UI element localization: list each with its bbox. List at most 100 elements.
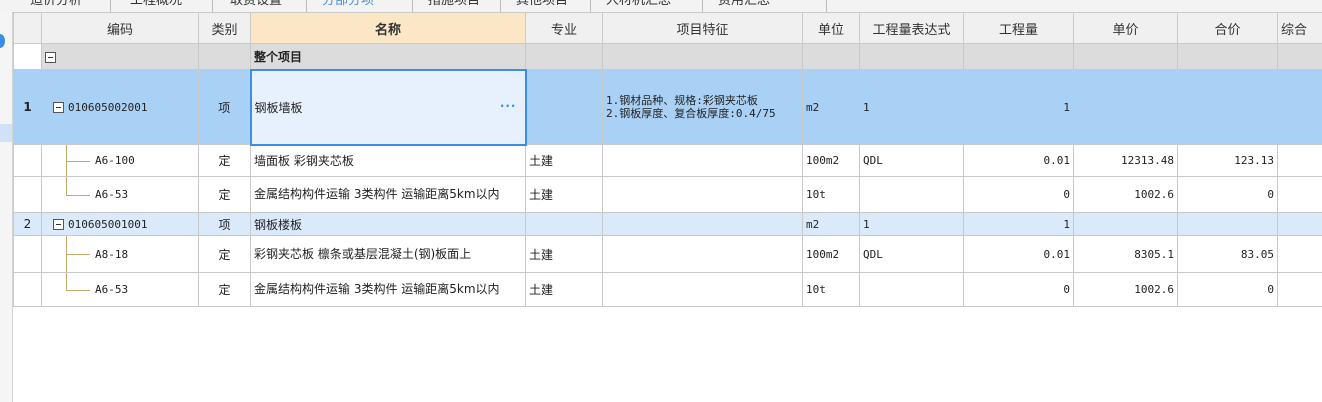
name-cell[interactable]: 金属结构构件运输 3类构件 运输距离5km以内 xyxy=(250,176,526,213)
expr-cell[interactable]: 1 xyxy=(859,69,964,145)
header-feature[interactable]: 项目特征 xyxy=(602,12,803,44)
extra-cell[interactable] xyxy=(1277,272,1322,307)
tab-project-overview[interactable]: 工程概况 xyxy=(130,0,182,11)
code-cell[interactable]: A6-53 xyxy=(41,272,199,307)
feature-cell[interactable] xyxy=(602,144,803,177)
row-index[interactable] xyxy=(13,235,42,273)
name-cell[interactable]: 金属结构构件运输 3类构件 运输距离5km以内 xyxy=(250,272,526,307)
type-cell[interactable]: 定 xyxy=(198,235,251,273)
qty-cell[interactable]: 0 xyxy=(963,272,1074,307)
type-cell[interactable]: 定 xyxy=(198,144,251,177)
type-cell[interactable]: 项 xyxy=(198,212,251,236)
header-quantity[interactable]: 工程量 xyxy=(963,12,1074,44)
code-cell[interactable]: 010605001001 xyxy=(41,212,199,236)
more-options-icon[interactable]: ··· xyxy=(500,99,517,113)
header-unit-price[interactable]: 单价 xyxy=(1073,12,1178,44)
expr-cell[interactable]: QDL xyxy=(859,144,964,177)
type-cell[interactable]: 项 xyxy=(198,69,251,145)
feature-cell[interactable] xyxy=(602,272,803,307)
price-cell[interactable] xyxy=(1073,212,1178,236)
code-cell[interactable]: A8-18 xyxy=(41,235,199,273)
code-cell[interactable]: A6-100 xyxy=(41,144,199,177)
table-row[interactable]: A6-53 定 金属结构构件运输 3类构件 运输距离5km以内 土建 10t 0… xyxy=(13,272,1322,307)
name-cell[interactable]: 墙面板 彩钢夹芯板 xyxy=(250,144,526,177)
unit-cell[interactable]: 10t xyxy=(802,176,860,213)
type-cell[interactable]: 定 xyxy=(198,176,251,213)
price-cell[interactable]: 1002.6 xyxy=(1073,176,1178,213)
qty-cell[interactable]: 0.01 xyxy=(963,144,1074,177)
feature-cell[interactable] xyxy=(602,212,803,236)
feature-cell[interactable]: 1.钢材品种、规格:彩钢夹芯板 2.钢板厚度、复合板厚度:0.4/75 xyxy=(602,69,803,145)
code-cell[interactable]: A6-53 xyxy=(41,176,199,213)
qty-cell[interactable]: 0.01 xyxy=(963,235,1074,273)
expr-cell[interactable]: 1 xyxy=(859,212,964,236)
price-cell[interactable]: 8305.1 xyxy=(1073,235,1178,273)
price-cell[interactable]: 12313.48 xyxy=(1073,144,1178,177)
major-cell[interactable]: 土建 xyxy=(525,176,603,213)
expr-cell[interactable] xyxy=(859,272,964,307)
row-index[interactable] xyxy=(13,176,42,213)
expr-cell[interactable] xyxy=(859,176,964,213)
row-index[interactable] xyxy=(13,144,42,177)
extra-cell[interactable] xyxy=(1277,212,1322,236)
tab-sub-items[interactable]: 分部分项 xyxy=(322,0,374,11)
name-cell[interactable]: 彩钢夹芯板 檩条或基层混凝土(钢)板面上 xyxy=(250,235,526,273)
left-nav-selected-item[interactable] xyxy=(0,124,12,142)
total-cell[interactable]: 83.05 xyxy=(1177,235,1278,273)
total-cell[interactable] xyxy=(1177,212,1278,236)
collapse-toggle-icon[interactable] xyxy=(53,102,64,113)
expr-cell[interactable]: QDL xyxy=(859,235,964,273)
header-unit[interactable]: 单位 xyxy=(802,12,860,44)
name-cell-editing[interactable]: 钢板墙板 ··· xyxy=(249,68,527,146)
header-name[interactable]: 名称 xyxy=(250,12,526,44)
code-cell[interactable]: 010605002001 xyxy=(41,69,199,145)
row-index[interactable]: 1 xyxy=(13,69,42,145)
unit-cell[interactable]: m2 xyxy=(802,212,860,236)
total-cell[interactable] xyxy=(1177,69,1278,145)
collapse-toggle-icon[interactable] xyxy=(53,219,64,230)
feature-cell[interactable] xyxy=(602,176,803,213)
table-row[interactable]: A6-53 定 金属结构构件运输 3类构件 运输距离5km以内 土建 10t 0… xyxy=(13,176,1322,213)
collapse-handle-icon[interactable] xyxy=(0,34,5,48)
tab-fee-settings[interactable]: 取费设置 xyxy=(230,0,282,11)
unit-cell[interactable]: 100m2 xyxy=(802,144,860,177)
extra-cell[interactable] xyxy=(1277,69,1322,145)
type-cell[interactable]: 定 xyxy=(198,272,251,307)
extra-cell[interactable] xyxy=(1277,235,1322,273)
row-index[interactable] xyxy=(13,272,42,307)
major-cell[interactable]: 土建 xyxy=(525,144,603,177)
unit-cell[interactable]: m2 xyxy=(802,69,860,145)
unit-cell[interactable]: 10t xyxy=(802,272,860,307)
total-cell[interactable]: 0 xyxy=(1177,272,1278,307)
qty-cell[interactable]: 1 xyxy=(963,69,1074,145)
total-cell[interactable]: 0 xyxy=(1177,176,1278,213)
qty-cell[interactable]: 0 xyxy=(963,176,1074,213)
tab-other-items[interactable]: 其他项目 xyxy=(516,0,568,11)
header-total-price[interactable]: 合价 xyxy=(1177,12,1278,44)
tree-toggle-cell[interactable] xyxy=(41,43,199,70)
tab-cost-analysis[interactable]: 造价分析 xyxy=(30,0,82,11)
table-row[interactable]: 2 010605001001 项 钢板楼板 m2 1 1 xyxy=(13,212,1322,236)
unit-cell[interactable]: 100m2 xyxy=(802,235,860,273)
major-cell[interactable] xyxy=(525,69,603,145)
major-cell[interactable]: 土建 xyxy=(525,272,603,307)
major-cell[interactable] xyxy=(525,212,603,236)
extra-cell[interactable] xyxy=(1277,176,1322,213)
extra-cell[interactable] xyxy=(1277,144,1322,177)
qty-cell[interactable]: 1 xyxy=(963,212,1074,236)
price-cell[interactable] xyxy=(1073,69,1178,145)
collapse-toggle-icon[interactable] xyxy=(45,51,56,63)
header-quantity-expression[interactable]: 工程量表达式 xyxy=(859,12,964,44)
price-cell[interactable]: 1002.6 xyxy=(1073,272,1178,307)
group-row-whole-project[interactable]: 整个项目 xyxy=(13,43,1322,70)
tab-labor-material-summary[interactable]: 人材机汇总 xyxy=(606,0,671,11)
table-row[interactable]: A8-18 定 彩钢夹芯板 檩条或基层混凝土(钢)板面上 土建 100m2 QD… xyxy=(13,235,1322,273)
header-code[interactable]: 编码 xyxy=(41,12,199,44)
total-cell[interactable]: 123.13 xyxy=(1177,144,1278,177)
major-cell[interactable]: 土建 xyxy=(525,235,603,273)
table-row[interactable]: 1 010605002001 项 钢板墙板 ··· 1.钢材品种、规格:彩钢夹芯… xyxy=(13,68,1322,146)
tab-fee-summary[interactable]: 费用汇总 xyxy=(718,0,770,11)
feature-cell[interactable] xyxy=(602,235,803,273)
header-major[interactable]: 专业 xyxy=(525,12,603,44)
header-type[interactable]: 类别 xyxy=(198,12,251,44)
